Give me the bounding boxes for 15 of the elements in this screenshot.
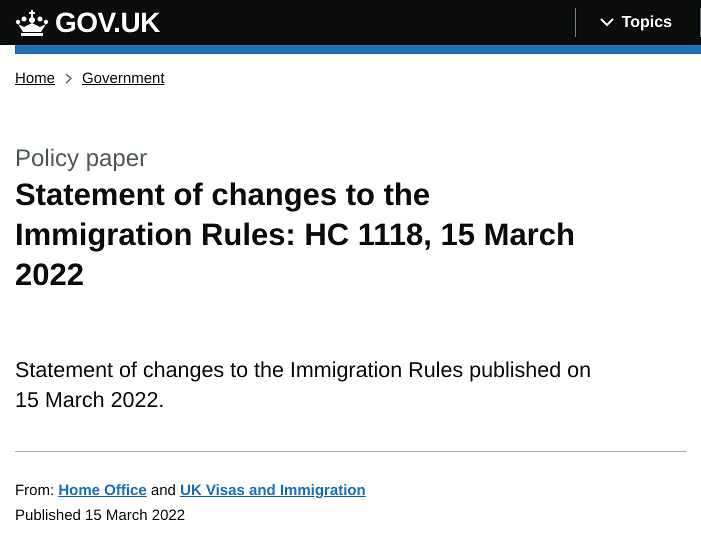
topics-menu-button[interactable]: Topics	[576, 0, 700, 45]
page-title: Statement of changes to the Immigration Rules: HC 1118, 15 March 2022	[15, 176, 576, 294]
published-date: Published 15 March 2022	[15, 507, 186, 524]
logo-text: GOV.UK	[55, 6, 160, 38]
breadcrumb-link[interactable]: Government	[82, 70, 165, 87]
summary-text: Statement of changes to the Immigration Rules published on 15 March 2022.	[15, 357, 592, 414]
organisations-line: From: Home Office and UK Visas and Immigration	[15, 482, 367, 499]
chevron-down-icon	[600, 18, 614, 27]
breadcrumb-link[interactable]: Home	[15, 70, 56, 87]
site-logo[interactable]: GOV.UK	[15, 6, 160, 38]
organisation-link[interactable]: Home Office	[58, 482, 147, 499]
crown-icon	[15, 8, 49, 36]
chevron-right-icon	[65, 73, 72, 84]
organisation-link[interactable]: UK Visas and Immigration	[180, 482, 366, 499]
document-type: Policy paper	[15, 145, 148, 173]
